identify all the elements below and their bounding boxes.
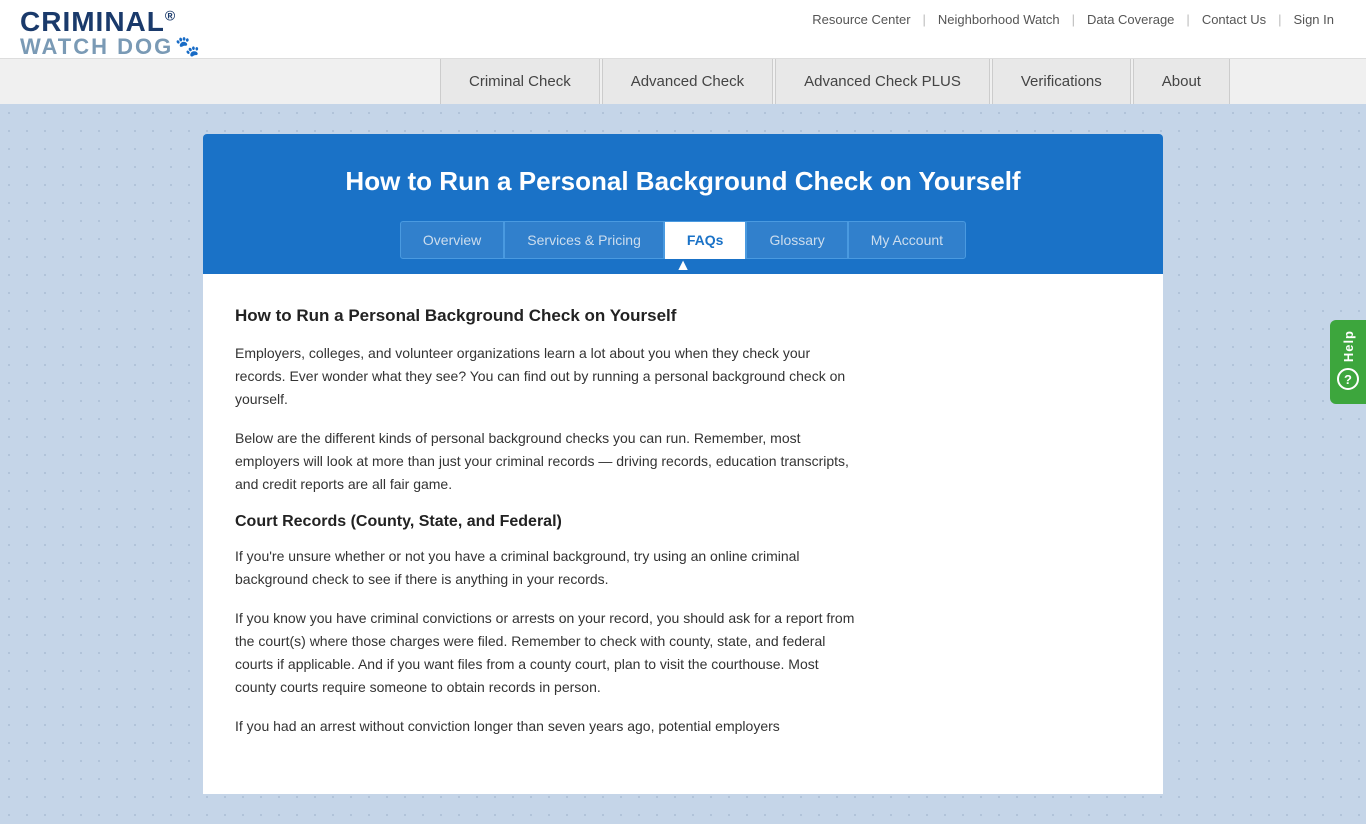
- logo-criminal-text: CRIMINAL: [20, 6, 165, 37]
- top-nav-neighborhood-watch[interactable]: Neighborhood Watch: [926, 12, 1072, 27]
- top-nav-contact-us[interactable]: Contact Us: [1190, 12, 1278, 27]
- content-p3: If you're unsure whether or not you have…: [235, 545, 855, 591]
- logo-criminal: CRIMINAL®: [20, 8, 202, 36]
- content-p1: Employers, colleges, and volunteer organ…: [235, 342, 855, 411]
- banner-title: How to Run a Personal Background Check o…: [223, 166, 1143, 197]
- sub-tab-services-pricing[interactable]: Services & Pricing: [504, 221, 664, 259]
- banner: How to Run a Personal Background Check o…: [203, 134, 1163, 274]
- paw-icon: 🐾: [175, 37, 202, 57]
- sub-tabs: Overview Services & Pricing FAQs Glossar…: [223, 221, 1143, 259]
- logo[interactable]: CRIMINAL® WATCH DOG🐾: [20, 8, 202, 58]
- sub-tab-overview[interactable]: Overview: [400, 221, 504, 259]
- content-p4: If you know you have criminal conviction…: [235, 607, 855, 699]
- sub-tab-glossary[interactable]: Glossary: [746, 221, 847, 259]
- help-tab-wrapper: Help ?: [1330, 320, 1366, 404]
- content-p5: If you had an arrest without conviction …: [235, 715, 855, 738]
- logo-reg: ®: [165, 8, 176, 24]
- page-body: How to Run a Personal Background Check o…: [0, 104, 1366, 824]
- tab-active-arrow: ▲: [223, 258, 1143, 274]
- sub-tab-faqs[interactable]: FAQs: [664, 221, 747, 259]
- top-nav-resource-center[interactable]: Resource Center: [800, 12, 922, 27]
- help-tab[interactable]: Help ?: [1330, 320, 1366, 404]
- main-nav: Criminal Check Advanced Check Advanced C…: [0, 59, 1366, 104]
- nav-advanced-check-plus[interactable]: Advanced Check PLUS: [775, 59, 990, 104]
- nav-advanced-check[interactable]: Advanced Check: [602, 59, 773, 104]
- nav-criminal-check[interactable]: Criminal Check: [440, 59, 600, 104]
- top-nav: Resource Center | Neighborhood Watch | D…: [800, 12, 1346, 55]
- header: CRIMINAL® WATCH DOG🐾 Resource Center | N…: [0, 0, 1366, 59]
- content-area: How to Run a Personal Background Check o…: [203, 274, 1163, 794]
- sub-tab-my-account[interactable]: My Account: [848, 221, 966, 259]
- content-heading: How to Run a Personal Background Check o…: [235, 306, 1115, 326]
- nav-about[interactable]: About: [1133, 59, 1230, 104]
- help-icon: ?: [1337, 368, 1359, 390]
- content-section1-title: Court Records (County, State, and Federa…: [235, 513, 1115, 531]
- logo-watchdog-text: WATCH DOG: [20, 36, 173, 58]
- top-nav-sign-in[interactable]: Sign In: [1282, 12, 1346, 27]
- help-label: Help: [1341, 330, 1356, 362]
- nav-verifications[interactable]: Verifications: [992, 59, 1131, 104]
- top-nav-data-coverage[interactable]: Data Coverage: [1075, 12, 1186, 27]
- content-p2: Below are the different kinds of persona…: [235, 427, 855, 496]
- logo-watchdog: WATCH DOG🐾: [20, 36, 202, 58]
